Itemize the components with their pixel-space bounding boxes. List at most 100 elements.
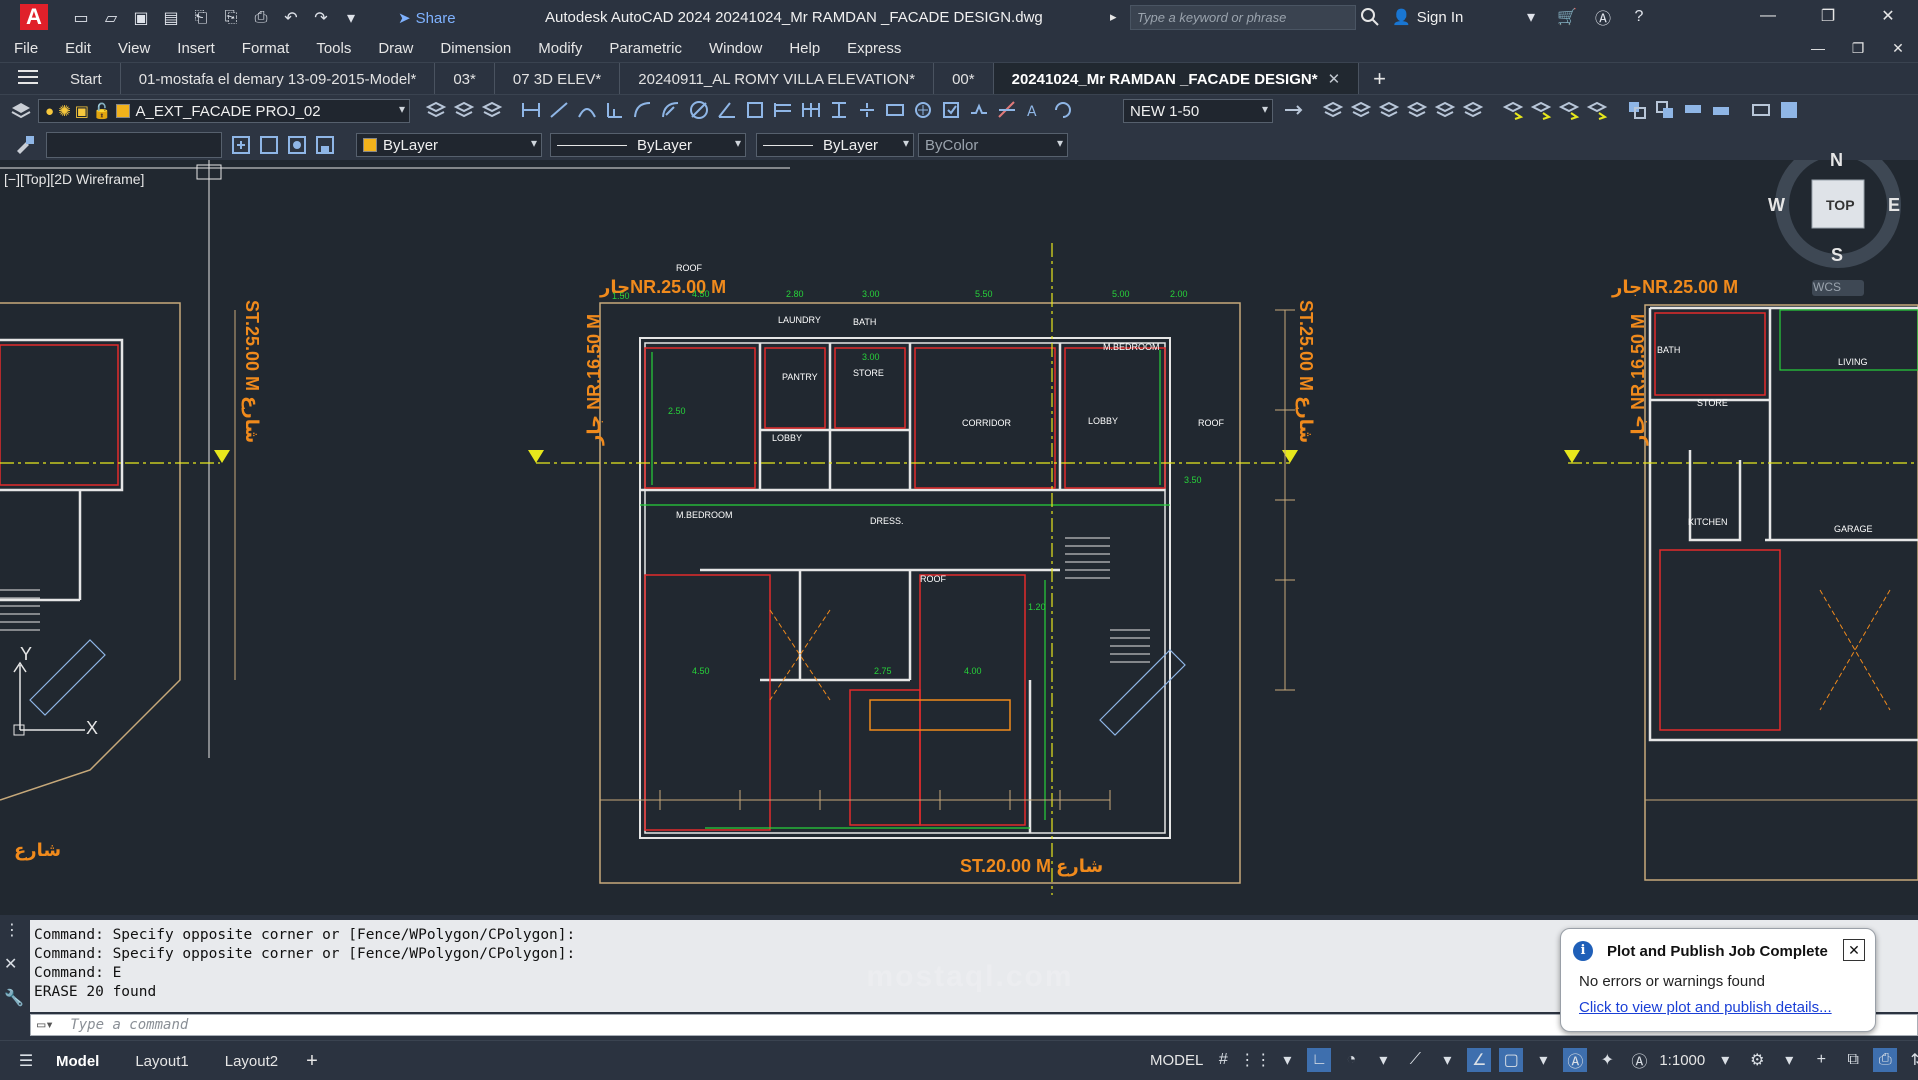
search-expand-icon[interactable]: ▸ xyxy=(1110,9,1117,25)
search-icon[interactable] xyxy=(1360,7,1380,27)
tab-drawing-1[interactable]: 01-mostafa el demary 13-09-2015-Model* xyxy=(121,63,436,95)
tab-drawing-2[interactable]: 03* xyxy=(435,63,495,95)
tab-drawing-3[interactable]: 07 3D ELEV* xyxy=(495,63,621,95)
layer-change-icon[interactable] xyxy=(1502,99,1524,121)
polar-icon[interactable]: ◔ xyxy=(1339,1048,1363,1072)
open-folder-icon[interactable]: ▱ xyxy=(100,7,122,29)
tab-drawing-4[interactable]: 20240911_AL ROMY VILLA ELEVATION* xyxy=(620,63,935,95)
draw-order-front-icon[interactable] xyxy=(1626,99,1648,121)
chevron-down-icon[interactable]: ▾ xyxy=(903,136,909,150)
layer-previous-icon[interactable] xyxy=(453,99,475,121)
view-manager-icon[interactable] xyxy=(258,134,280,156)
chevron-down-icon[interactable]: ▾ xyxy=(1262,102,1268,116)
layer-merge-icon[interactable] xyxy=(1462,99,1484,121)
menu-window[interactable]: Window xyxy=(709,40,762,57)
arc-length-icon[interactable] xyxy=(576,99,598,121)
workspace-gear-icon[interactable]: ⚙ xyxy=(1745,1048,1769,1072)
center-mark-icon[interactable] xyxy=(912,99,934,121)
command-customize-icon[interactable]: 🔧 xyxy=(4,988,28,1008)
layer-delete-icon[interactable] xyxy=(1558,99,1580,121)
annotation-visibility-icon[interactable]: Ⓐ xyxy=(1563,1048,1588,1072)
plot-status-icon[interactable]: ⎙ xyxy=(1873,1048,1898,1072)
polar-dropdown-icon[interactable]: ▾ xyxy=(1371,1048,1395,1072)
dimension-style-icon[interactable] xyxy=(1282,99,1304,121)
command-prompt-icon[interactable]: ▭▾ xyxy=(37,1017,54,1033)
layer-on-icon[interactable]: ● xyxy=(45,103,54,120)
chevron-down-icon[interactable]: ▾ xyxy=(531,136,537,150)
ortho-icon[interactable]: ∟ xyxy=(1307,1048,1332,1072)
publish-icon[interactable]: ⎘ xyxy=(220,7,242,29)
match-properties-icon[interactable] xyxy=(14,133,36,155)
tolerance-icon[interactable] xyxy=(884,99,906,121)
tab-layout1[interactable]: Layout1 xyxy=(117,1051,206,1072)
units-icon[interactable]: ⧉ xyxy=(1841,1048,1865,1072)
signin-dropdown-icon[interactable]: ▾ xyxy=(1520,6,1542,28)
radius-dimension-icon[interactable] xyxy=(632,99,654,121)
ordinate-dimension-icon[interactable] xyxy=(604,99,626,121)
isodraft-dropdown-icon[interactable]: ▾ xyxy=(1435,1048,1459,1072)
tab-start[interactable]: Start xyxy=(52,63,121,95)
menu-draw[interactable]: Draw xyxy=(378,40,413,57)
command-grip-icon[interactable]: ⋮ xyxy=(4,920,28,940)
layer-unlock-icon[interactable] xyxy=(1434,99,1456,121)
aligned-dimension-icon[interactable] xyxy=(548,99,570,121)
save-icon[interactable]: ▣ xyxy=(130,7,152,29)
menu-parametric[interactable]: Parametric xyxy=(609,40,682,57)
view-save-icon[interactable] xyxy=(314,134,336,156)
plot-icon[interactable]: ⎙ xyxy=(250,7,272,29)
menu-express[interactable]: Express xyxy=(847,40,901,57)
export-icon[interactable]: ⎗ xyxy=(190,7,212,29)
dimension-break-icon[interactable] xyxy=(856,99,878,121)
layer-properties-icon[interactable] xyxy=(10,100,32,122)
layer-lock-icon[interactable]: 🔓 xyxy=(93,102,112,120)
drawing-close-icon[interactable]: ✕ xyxy=(1878,36,1918,60)
annotation-scale-icon[interactable]: Ⓐ xyxy=(1627,1048,1651,1072)
layer-walk-icon[interactable] xyxy=(1322,99,1344,121)
model-space-label[interactable]: MODEL xyxy=(1150,1052,1203,1069)
close-window-icon[interactable]: ✕ xyxy=(1858,0,1918,32)
quick-dimension-icon[interactable] xyxy=(744,99,766,121)
menu-insert[interactable]: Insert xyxy=(177,40,215,57)
viewcube-south-label[interactable]: S xyxy=(1831,245,1843,266)
layer-off-icon[interactable] xyxy=(1350,99,1372,121)
text-front-icon[interactable] xyxy=(1750,99,1772,121)
layer-lock-tool-icon[interactable] xyxy=(1406,99,1428,121)
tab-drawing-active[interactable]: 20241024_Mr RAMDAN _FACADE DESIGN* ✕ xyxy=(993,63,1360,95)
help-icon[interactable]: ? xyxy=(1628,6,1650,28)
layout-menu-icon[interactable]: ☰ xyxy=(14,1049,38,1073)
close-tab-icon[interactable]: ✕ xyxy=(1328,70,1341,88)
draw-order-back-icon[interactable] xyxy=(1654,99,1676,121)
menu-view[interactable]: View xyxy=(118,40,150,57)
cart-icon[interactable]: 🛒 xyxy=(1556,6,1578,28)
drawing-canvas[interactable]: جارNR.25.00 M جارNR.25.00 M جار NR.16.50… xyxy=(0,150,1918,915)
hatch-back-icon[interactable] xyxy=(1778,99,1800,121)
autocad-logo[interactable]: A xyxy=(20,4,48,30)
new-tab-button[interactable]: + xyxy=(1359,66,1400,92)
angular-dimension-icon[interactable] xyxy=(716,99,738,121)
tab-model[interactable]: Model xyxy=(38,1051,117,1072)
grid-icon[interactable]: # xyxy=(1211,1048,1235,1072)
tab-drawing-5[interactable]: 00* xyxy=(934,63,994,95)
drawing-minimize-icon[interactable]: — xyxy=(1798,36,1838,60)
search-input[interactable]: Type a keyword or phrase xyxy=(1130,5,1356,30)
view-restore-icon[interactable] xyxy=(286,134,308,156)
cloud-sync-icon[interactable]: ⇅ xyxy=(1905,1048,1918,1072)
chevron-down-icon[interactable]: ▾ xyxy=(1057,136,1063,150)
menu-dimension[interactable]: Dimension xyxy=(440,40,511,57)
isodraft-icon[interactable]: ⟋ xyxy=(1403,1048,1427,1072)
menu-edit[interactable]: Edit xyxy=(65,40,91,57)
layer-match-icon[interactable] xyxy=(425,99,447,121)
object-snap-dropdown-icon[interactable]: ▾ xyxy=(1531,1048,1555,1072)
jogged-linear-icon[interactable] xyxy=(968,99,990,121)
command-close-icon[interactable]: ✕ xyxy=(4,954,28,974)
layer-copy-icon[interactable] xyxy=(1530,99,1552,121)
diameter-dimension-icon[interactable] xyxy=(688,99,710,121)
drawing-restore-icon[interactable]: ❐ xyxy=(1838,36,1878,60)
workspace-dropdown-icon[interactable]: ▾ xyxy=(1777,1048,1801,1072)
plotstyle-dropdown[interactable]: ByColor ▾ xyxy=(918,133,1068,157)
menu-help[interactable]: Help xyxy=(789,40,820,57)
named-view-input[interactable] xyxy=(46,132,222,158)
chevron-down-icon[interactable]: ▾ xyxy=(399,102,405,116)
dimension-text-edit-icon[interactable]: A xyxy=(1024,99,1046,121)
linear-dimension-icon[interactable] xyxy=(520,99,542,121)
